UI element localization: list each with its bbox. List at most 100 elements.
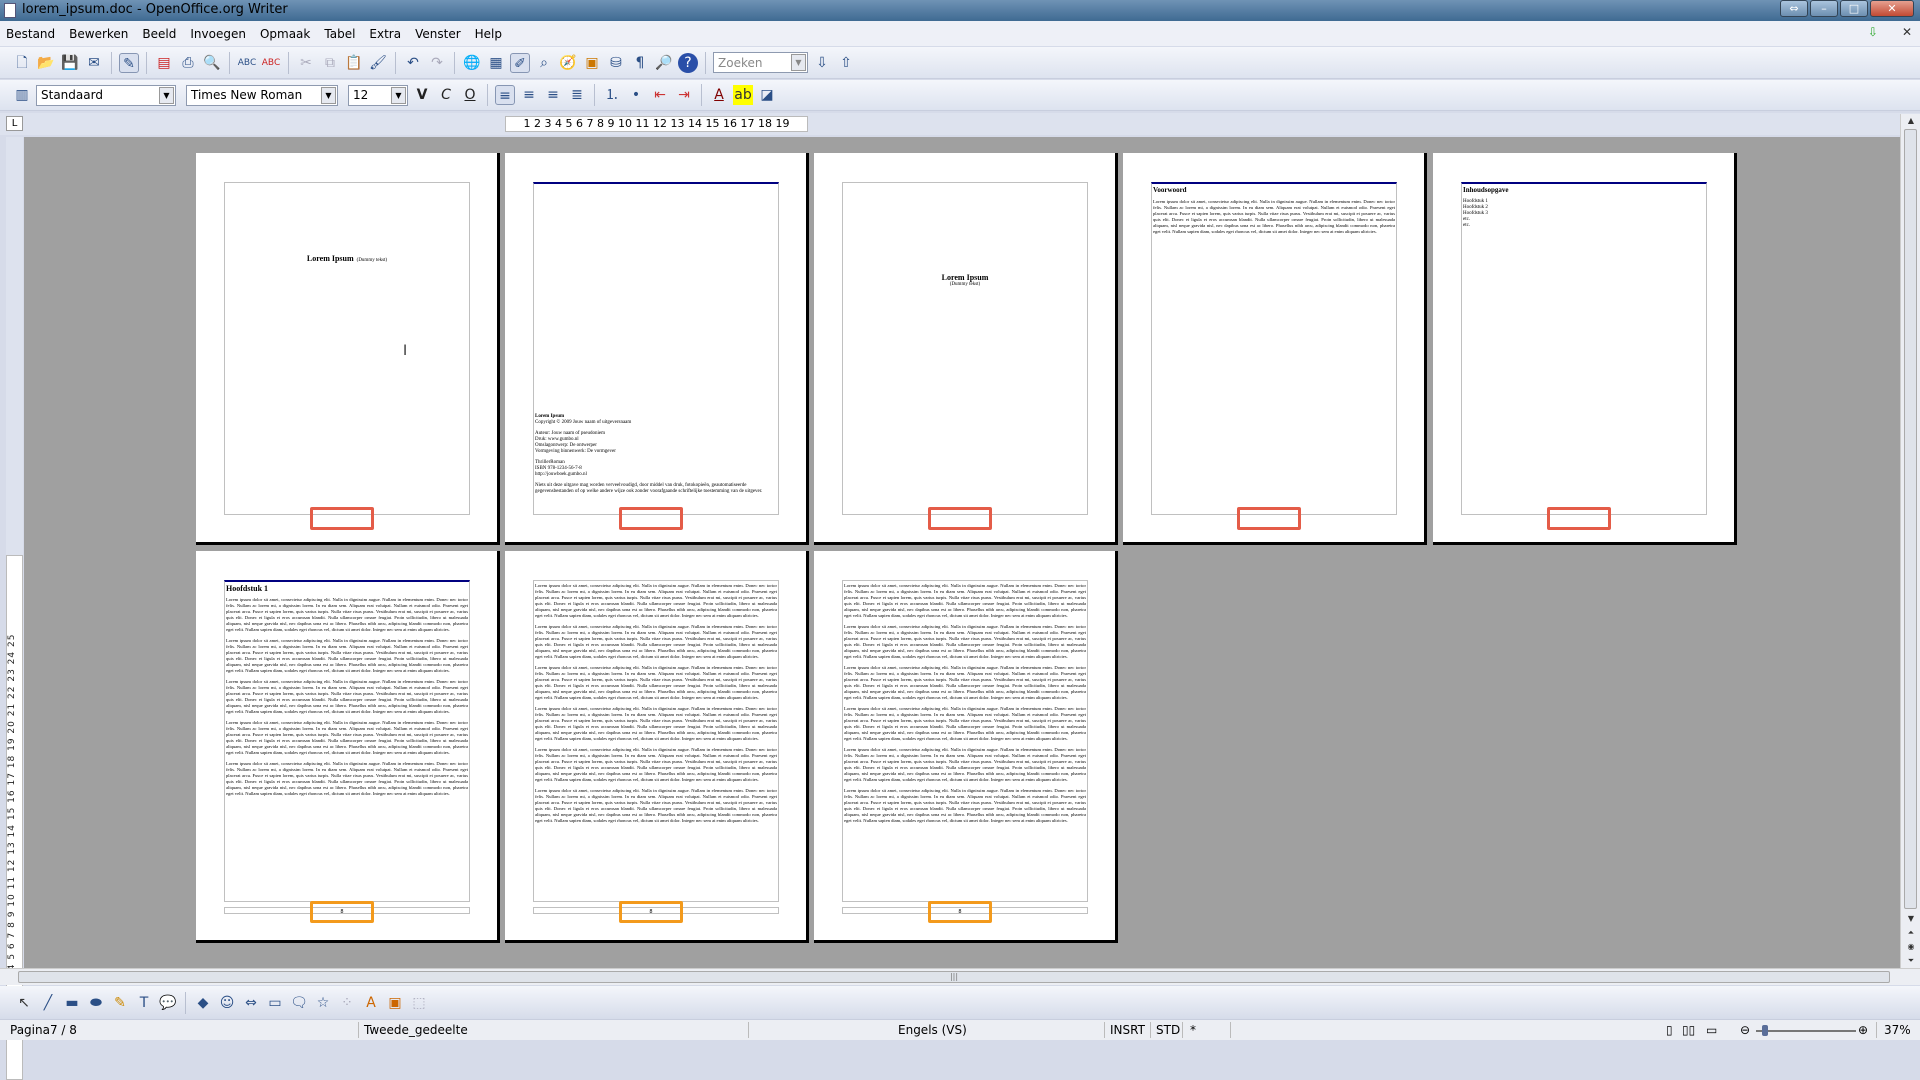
page-number-field[interactable] [928, 507, 992, 530]
email-icon[interactable]: ✉ [84, 53, 104, 73]
navigation-icon[interactable]: ◉ [1904, 940, 1918, 954]
find-previous-icon[interactable]: ⇧ [836, 53, 856, 73]
save-icon[interactable]: 💾 [60, 53, 80, 73]
scroll-up-icon[interactable]: ▲ [1904, 114, 1918, 128]
fontwork-icon[interactable]: A [361, 993, 381, 1013]
zoom-slider[interactable] [1756, 1030, 1856, 1032]
minimize-button[interactable]: – [1810, 0, 1838, 17]
restore-icon[interactable]: ⇔ [1780, 0, 1808, 17]
single-page-view-icon[interactable]: ▯ [1666, 1023, 1673, 1037]
next-page-icon[interactable]: ⏷ [1904, 954, 1918, 968]
navigator-icon[interactable]: 🧭 [558, 53, 578, 73]
font-color-icon[interactable]: A [709, 85, 729, 105]
autospellcheck-icon[interactable]: ABC [261, 53, 281, 73]
vertical-scroll-thumb[interactable] [1904, 129, 1917, 909]
from-file-icon[interactable]: ▣ [385, 993, 405, 1013]
tab-stop-selector[interactable]: L [6, 116, 23, 131]
edit-mode-icon[interactable]: ✎ [119, 52, 139, 73]
zoom-icon[interactable]: 🔎 [654, 53, 674, 73]
horizontal-scrollbar[interactable]: ||| [0, 968, 1920, 985]
page-number-field[interactable]: 8 [928, 901, 992, 923]
show-draw-functions-icon[interactable]: ✐ [510, 52, 530, 73]
menu-venster[interactable]: Venster [415, 27, 461, 41]
hyperlink-icon[interactable]: 🌐 [462, 53, 482, 73]
vertical-scrollbar[interactable]: ▲ ▼ ⏶ ◉ ⏷ [1900, 114, 1920, 968]
page-number-field[interactable]: 8 [619, 901, 683, 923]
bold-button[interactable]: V [412, 85, 432, 105]
extrusion-icon[interactable]: ⬚ [409, 993, 429, 1013]
selection-mode[interactable]: STD [1156, 1023, 1180, 1037]
numbering-icon[interactable]: ⒈ [602, 85, 622, 105]
rectangle-icon[interactable]: ▬ [62, 993, 82, 1013]
align-right-icon[interactable]: ≡ [543, 85, 563, 105]
page-1[interactable]: Lorem Ipsum (Dummy tekst) I [196, 153, 500, 545]
paragraph-style-select[interactable]: Standaard ▼ [36, 84, 176, 106]
menu-tabel[interactable]: Tabel [324, 27, 355, 41]
horizontal-scroll-thumb[interactable]: ||| [18, 971, 1890, 983]
document-area[interactable]: Lorem Ipsum (Dummy tekst) I Lorem Ipsum … [24, 137, 1900, 968]
page-8[interactable]: Lorem ipsum dolor sit amet, consectetur … [814, 551, 1118, 943]
menu-beeld[interactable]: Beeld [142, 27, 176, 41]
text-icon[interactable]: T [134, 993, 154, 1013]
horizontal-ruler[interactable]: L 1 2 3 4 5 6 7 8 9 10 11 12 13 14 15 16… [0, 113, 1920, 135]
callouts-icon[interactable]: 🗨 [289, 993, 309, 1013]
page-6[interactable]: Hoofdstuk 1 Lorem ipsum dolor sit amet, … [196, 551, 500, 943]
data-sources-icon[interactable]: ⛁ [606, 53, 626, 73]
find-next-icon[interactable]: ⇩ [812, 53, 832, 73]
zoom-level[interactable]: 37% [1884, 1023, 1911, 1037]
page-number-field[interactable] [619, 507, 683, 530]
open-icon[interactable]: 📂 [36, 53, 56, 73]
undo-icon[interactable]: ↶ [403, 53, 423, 73]
book-view-icon[interactable]: ▭ [1706, 1023, 1717, 1037]
language[interactable]: Engels (VS) [898, 1023, 967, 1037]
page-3[interactable]: Lorem Ipsum (Dummy tekst) [814, 153, 1118, 545]
decrease-indent-icon[interactable]: ⇤ [650, 85, 670, 105]
page-number-field[interactable]: 8 [310, 901, 374, 923]
chevron-down-icon[interactable]: ▼ [159, 86, 174, 104]
chevron-down-icon[interactable]: ▼ [321, 86, 336, 104]
page-number-field[interactable] [310, 507, 374, 530]
flowchart-icon[interactable]: ▭ [265, 993, 285, 1013]
highlight-icon[interactable]: ab [733, 85, 753, 105]
new-document-icon[interactable]: 🗋 [12, 53, 32, 73]
menu-invoegen[interactable]: Invoegen [190, 27, 246, 41]
block-arrows-icon[interactable]: ⇔ [241, 993, 261, 1013]
update-icon[interactable]: ⇩ [1868, 25, 1878, 39]
freeform-icon[interactable]: ✎ [110, 993, 130, 1013]
menu-extra[interactable]: Extra [369, 27, 401, 41]
zoom-in-icon[interactable]: ⊕ [1858, 1023, 1868, 1037]
italic-button[interactable]: C [436, 85, 456, 105]
zoom-slider-handle[interactable] [1762, 1025, 1768, 1036]
previous-page-icon[interactable]: ⏶ [1904, 926, 1918, 940]
symbol-shapes-icon[interactable]: ☺ [217, 993, 237, 1013]
page-style[interactable]: Tweede_gedeelte [364, 1023, 468, 1037]
page-number-field[interactable] [1547, 507, 1611, 530]
increase-indent-icon[interactable]: ⇥ [674, 85, 694, 105]
scroll-down-icon[interactable]: ▼ [1904, 912, 1918, 926]
justify-icon[interactable]: ≣ [567, 85, 587, 105]
line-icon[interactable]: ╱ [38, 993, 58, 1013]
search-input[interactable]: Zoeken ▼ [713, 52, 808, 73]
callout-icon[interactable]: 💬 [158, 993, 178, 1013]
background-color-icon[interactable]: ◪ [757, 85, 777, 105]
bullets-icon[interactable]: • [626, 85, 646, 105]
basic-shapes-icon[interactable]: ◆ [193, 993, 213, 1013]
page-indicator[interactable]: Pagina7 / 8 [10, 1023, 77, 1037]
export-pdf-icon[interactable]: ▤ [154, 53, 174, 73]
vertical-ruler[interactable]: 1 2 3 4 5 6 7 8 9 10 11 12 13 14 15 16 1… [6, 137, 23, 1080]
page-4[interactable]: Voorwoord Lorem ipsum dolor sit amet, co… [1123, 153, 1427, 545]
spellcheck-icon[interactable]: ABC [237, 53, 257, 73]
copy-icon[interactable]: ⧉ [320, 53, 340, 73]
align-left-icon[interactable]: ≡ [495, 85, 515, 105]
close-window-button[interactable]: ✕ [1870, 0, 1914, 17]
page-2[interactable]: Lorem Ipsum Copyright © 2009 Jouw naam o… [505, 153, 809, 545]
redo-icon[interactable]: ↷ [427, 53, 447, 73]
page-5[interactable]: Inhoudsopgave Hoofdstuk 1 Hoofdstuk 2 Ho… [1433, 153, 1737, 545]
print-icon[interactable]: ⎙ [178, 53, 198, 73]
insert-mode[interactable]: INSRT [1110, 1023, 1145, 1037]
print-preview-icon[interactable]: 🔍 [202, 53, 222, 73]
chevron-down-icon[interactable]: ▼ [391, 86, 406, 104]
menu-bestand[interactable]: Bestand [6, 27, 55, 41]
points-icon[interactable]: ⁘ [337, 993, 357, 1013]
help-icon[interactable]: ? [678, 52, 698, 73]
